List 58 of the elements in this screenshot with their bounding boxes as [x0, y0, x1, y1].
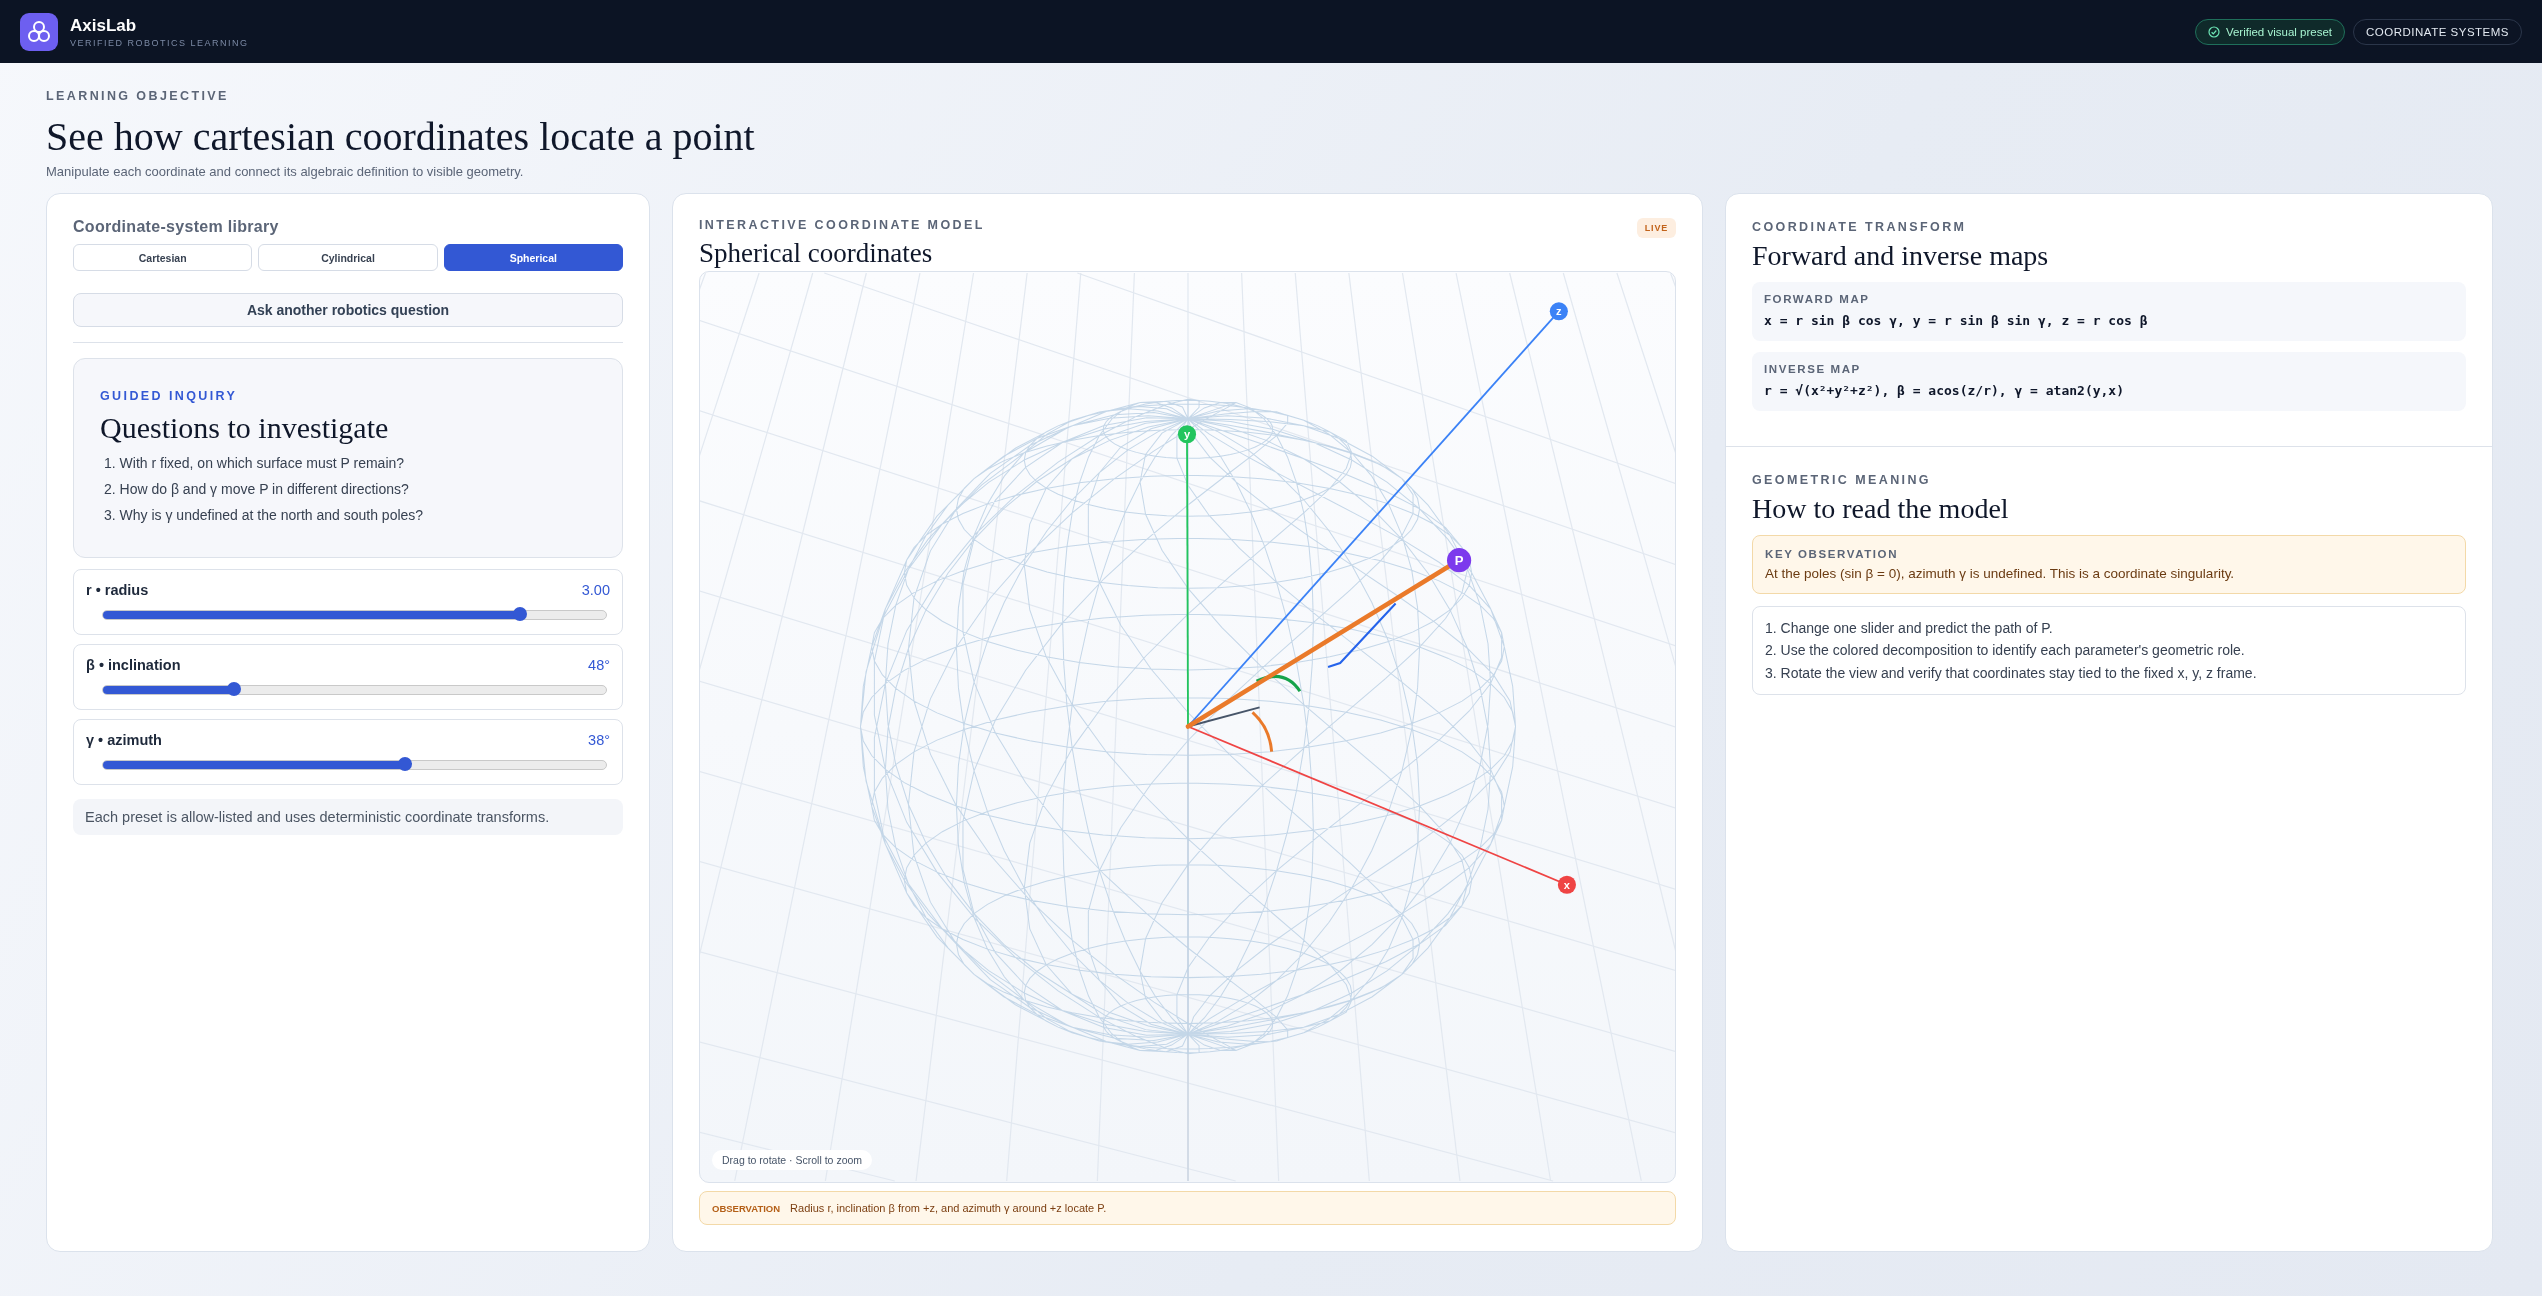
verified-status-badge: Verified visual preset	[2194, 18, 2346, 45]
map-formula: r = √(x²+y²+z²), β = acos(z/r), γ = atan2(y,x)	[1764, 383, 2126, 398]
slider-thumb[interactable]	[226, 682, 241, 696]
slider-track[interactable]	[102, 760, 607, 770]
inclination-arc	[1255, 675, 1302, 693]
panel-title: Coordinate-system library	[73, 218, 280, 236]
coordinate-system-tab[interactable]: Spherical	[443, 244, 623, 271]
preset-note: Each preset is allow-listed and uses deterministic coordinate transforms.	[73, 799, 623, 835]
axis-badge: y	[1177, 425, 1197, 444]
key-observation-label: KEY OBSERVATION	[1765, 548, 1900, 560]
live-badge: LIVE	[1636, 218, 1676, 238]
slider-reading: 48°	[588, 657, 610, 673]
observation-label: OBSERVATION	[712, 1202, 781, 1214]
coordinate-system-tab[interactable]: Cartesian	[73, 244, 253, 271]
key-observation-text: At the poles (sin β = 0), azimuth γ is undefined. This is a coordinate singularity.	[1765, 566, 2236, 581]
slider-reading: 3.00	[581, 582, 610, 598]
3d-viewport[interactable]: z y x P Drag to rotate · Scroll to zoom	[699, 271, 1676, 1183]
logo-icon	[20, 12, 58, 51]
step-item: 1. Change one slider and predict the path of P.	[1765, 619, 2054, 638]
model-eyebrow: INTERACTIVE COORDINATE MODEL	[699, 218, 985, 232]
app-name: AxisLab	[70, 15, 138, 36]
ask-question-button[interactable]: Ask another robotics question	[73, 293, 623, 327]
step-item: 3. Rotate the view and verify that coordinates stay tied to the fixed x, y, z frame.	[1765, 663, 2258, 683]
question-item: 1. With r fixed, on which surface must P remain?	[104, 455, 406, 471]
map-label: FORWARD MAP	[1764, 293, 1871, 305]
transform-eyebrow: COORDINATE TRANSFORM	[1752, 220, 1968, 234]
check-circle-icon	[2207, 25, 2220, 38]
slider-track[interactable]	[102, 610, 607, 620]
slider-reading: 38°	[588, 732, 610, 748]
app-tagline: VERIFIED ROBOTICS LEARNING	[70, 37, 249, 48]
inquiry-title: Questions to investigate	[100, 411, 390, 445]
slider-track[interactable]	[102, 685, 607, 695]
meaning-eyebrow: GEOMETRIC MEANING	[1752, 473, 1932, 487]
projection-line	[1327, 602, 1397, 668]
axis-badge: z	[1549, 302, 1568, 321]
section-eyebrow: LEARNING OBJECTIVE	[46, 89, 230, 103]
slider-label: r • radius	[86, 582, 149, 598]
observation-text: Radius r, inclination β from +z, and azimuth γ around +z locate P.	[790, 1202, 1107, 1214]
slider-label: γ • azimuth	[86, 732, 162, 748]
model-title: Spherical coordinates	[699, 238, 934, 269]
viewport-hint: Drag to rotate · Scroll to zoom	[712, 1150, 873, 1170]
page-subtitle: Manipulate each coordinate and connect its algebraic definition to visible geometry.	[46, 164, 525, 179]
question-item: 3. Why is γ undefined at the north and south poles?	[104, 507, 425, 523]
slider-thumb[interactable]	[397, 757, 412, 771]
map-label: INVERSE MAP	[1764, 363, 1862, 375]
inquiry-eyebrow: GUIDED INQUIRY	[100, 389, 239, 403]
slider-thumb[interactable]	[513, 607, 528, 621]
slider-label: β • inclination	[86, 657, 181, 673]
page-title: See how cartesian coordinates locate a point	[46, 113, 756, 160]
meaning-title: How to read the model	[1752, 493, 2010, 525]
axis-badge: x	[1557, 875, 1576, 894]
point-badge[interactable]: P	[1447, 548, 1472, 573]
azimuth-arc	[1251, 711, 1274, 752]
coordinate-system-tab[interactable]: Cylindrical	[258, 244, 438, 271]
question-item: 2. How do β and γ move P in different directions?	[104, 481, 410, 497]
step-item: 2. Use the colored decomposition to identify each parameter's geometric role.	[1765, 641, 2246, 661]
transform-title: Forward and inverse maps	[1752, 240, 2050, 272]
map-formula: x = r sin β cos γ, y = r sin β sin γ, z = r cos β	[1764, 313, 2149, 328]
